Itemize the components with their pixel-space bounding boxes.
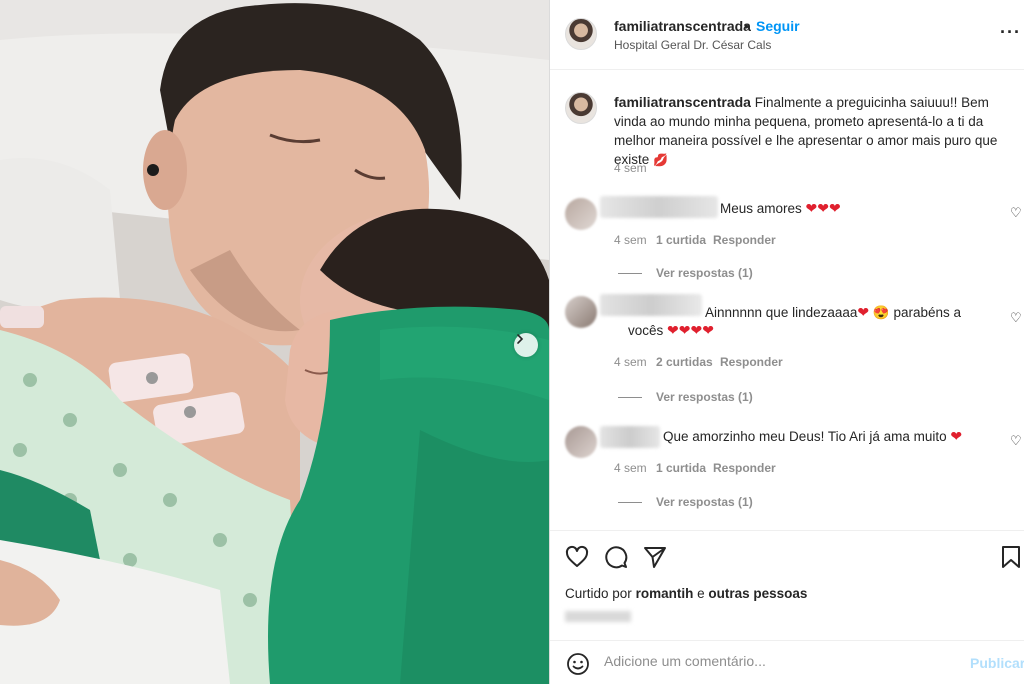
post-date-blurred[interactable] (565, 611, 631, 622)
comment-username-blurred[interactable] (600, 196, 718, 218)
comment-time[interactable]: 4 sem (614, 355, 647, 369)
comment-3: Que amorzinho meu Deus! Tio Ari já ama m… (663, 426, 962, 447)
next-photo-button[interactable] (514, 333, 538, 357)
share-icon[interactable] (643, 545, 667, 569)
follow-button[interactable]: Seguir (756, 18, 800, 34)
heart-emoji: ❤❤❤❤ (667, 322, 714, 338)
comment-text: vocês (628, 323, 664, 338)
comment-text: Ainnnnnn que lindezaaaa (705, 305, 858, 320)
avatar[interactable] (565, 18, 597, 50)
caption-username[interactable]: familiatranscentrada (614, 94, 751, 110)
heart-emoji: ❤❤❤ (805, 200, 841, 216)
view-replies-button[interactable]: Ver respostas (1) (656, 495, 753, 509)
comment-likes[interactable]: 1 curtida (656, 461, 706, 475)
separator-dot: • (744, 18, 749, 34)
caption-time[interactable]: 4 sem (614, 161, 647, 175)
comment-time[interactable]: 4 sem (614, 233, 647, 247)
heart-emoji: ❤ (857, 304, 870, 320)
comment-time[interactable]: 4 sem (614, 461, 647, 475)
photo-illustration (0, 0, 549, 684)
comment-2: Ainnnnnn que lindezaaaa❤ 😍 parabéns a (705, 302, 1005, 323)
heart-emoji: ❤ (950, 428, 963, 444)
kiss-emoji: 💋 (653, 153, 668, 167)
comment-text: parabéns a (893, 305, 962, 320)
comment-like-heart-icon[interactable]: ♡ (1010, 310, 1022, 326)
replies-divider (618, 502, 642, 503)
comment-avatar[interactable] (565, 426, 597, 458)
comment-2-line2: vocês ❤❤❤❤ (628, 320, 714, 341)
comment-text: Meus amores (720, 201, 802, 216)
bookmark-icon[interactable] (999, 545, 1023, 569)
actions-divider (550, 530, 1024, 531)
comment-avatar[interactable] (565, 296, 597, 328)
post-caption: familiatranscentrada Finalmente a pregui… (614, 93, 1014, 170)
comment-username-blurred[interactable] (600, 294, 702, 316)
replies-divider (618, 273, 642, 274)
comment-input[interactable] (604, 653, 954, 669)
more-options-button[interactable]: ··· (1000, 22, 1021, 43)
liked-by: Curtido por romantih e outras pessoas (565, 586, 807, 601)
comment-avatar[interactable] (565, 198, 597, 230)
comment-like-heart-icon[interactable]: ♡ (1010, 205, 1022, 221)
comment-username-blurred[interactable] (600, 426, 660, 448)
publish-button[interactable]: Publicar (970, 655, 1024, 671)
header-divider (550, 69, 1024, 70)
instagram-post-view: familiatranscentrada • Seguir Hospital G… (0, 0, 1024, 684)
liked-by-user[interactable]: romantih (636, 586, 694, 601)
liked-by-prefix: Curtido por (565, 586, 632, 601)
liked-by-conj: e (697, 586, 705, 601)
view-replies-button[interactable]: Ver respostas (1) (656, 266, 753, 280)
heart-eyes-emoji: 😍 (872, 305, 890, 320)
comment-1: Meus amores ❤❤❤ (720, 198, 841, 219)
post-username[interactable]: familiatranscentrada (614, 18, 751, 34)
caption-avatar[interactable] (565, 92, 597, 124)
heart-icon[interactable] (565, 545, 589, 569)
comment-likes[interactable]: 1 curtida (656, 233, 706, 247)
comment-likes[interactable]: 2 curtidas (656, 355, 713, 369)
reply-button[interactable]: Responder (713, 233, 776, 247)
reply-button[interactable]: Responder (713, 461, 776, 475)
emoji-icon[interactable] (566, 652, 590, 676)
liked-by-others[interactable]: outras pessoas (708, 586, 807, 601)
view-replies-button[interactable]: Ver respostas (1) (656, 390, 753, 404)
chevron-right-icon (517, 334, 524, 344)
location-link[interactable]: Hospital Geral Dr. César Cals (614, 38, 771, 52)
replies-divider (618, 397, 642, 398)
comment-text: Que amorzinho meu Deus! Tio Ari já ama m… (663, 429, 947, 444)
reply-button[interactable]: Responder (720, 355, 783, 369)
comment-like-heart-icon[interactable]: ♡ (1010, 433, 1022, 449)
comment-icon[interactable] (604, 545, 628, 569)
post-photo (0, 0, 549, 684)
